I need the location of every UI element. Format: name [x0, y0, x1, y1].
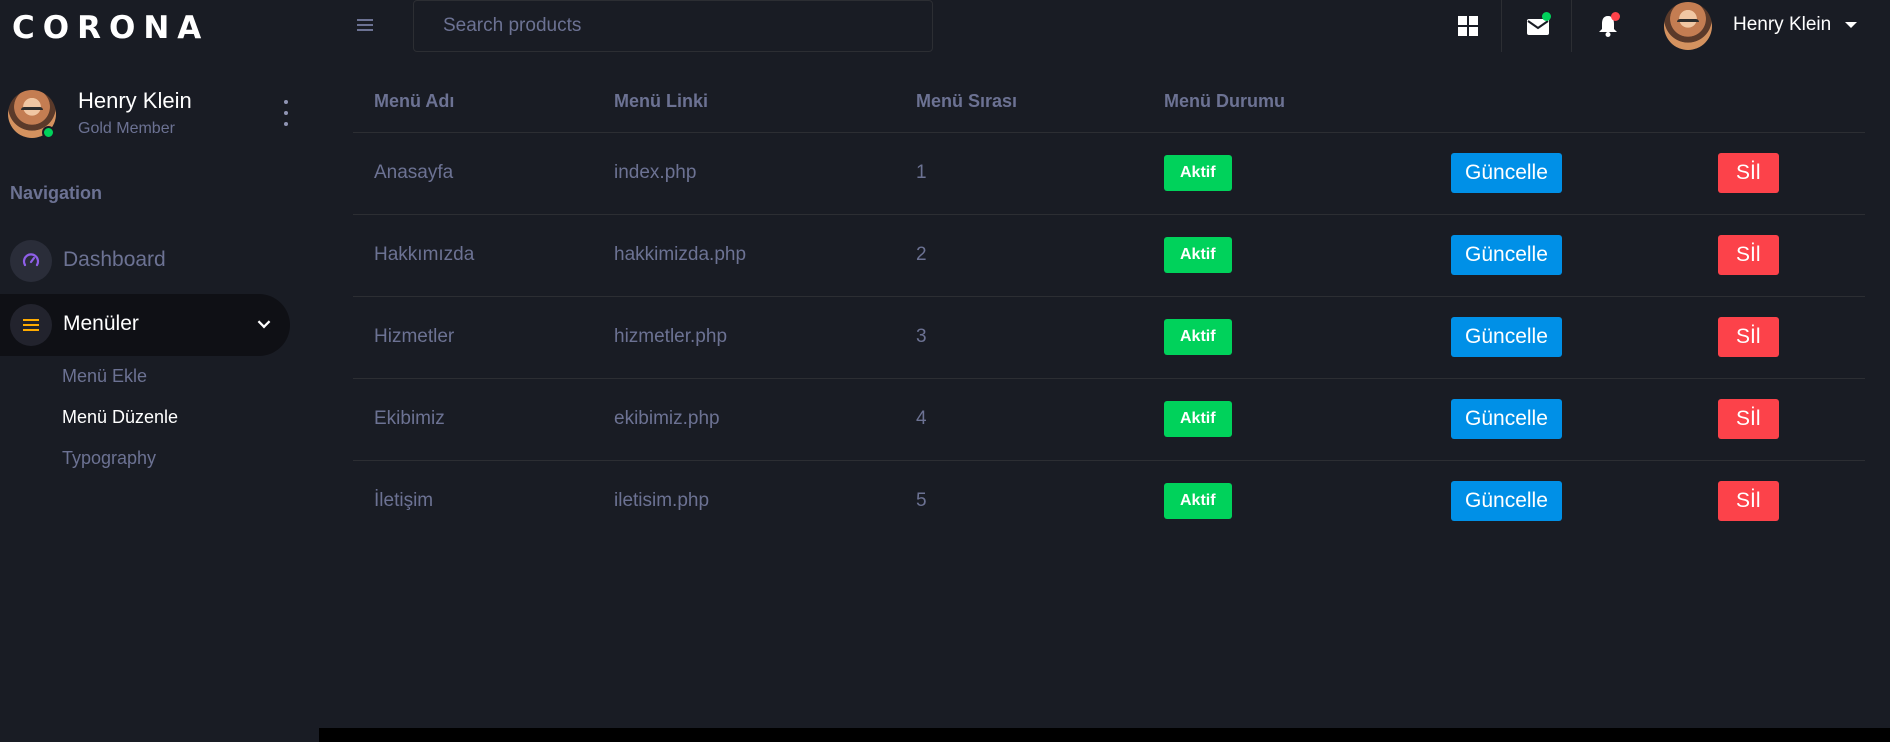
menu-link: ekibimiz.php	[593, 378, 895, 461]
update-button[interactable]: Güncelle	[1451, 235, 1562, 275]
main-content: Menü Adı Menü Linki Menü Sırası Menü Dur…	[319, 70, 1890, 728]
menu-link: index.php	[593, 132, 895, 215]
column-header-empty	[1697, 72, 1865, 133]
nav-heading: Navigation	[10, 183, 103, 203]
search-input[interactable]	[413, 0, 933, 52]
delete-button[interactable]: Sİl	[1718, 153, 1779, 193]
table-row: Hizmetler hizmetler.php 3 Aktif Güncelle…	[353, 296, 1865, 379]
menu-name: Ekibimiz	[353, 378, 593, 461]
topbar-divider	[1501, 0, 1502, 52]
column-header: Menü Durumu	[1143, 72, 1430, 133]
hamburger-icon[interactable]	[357, 19, 373, 31]
status-badge: Aktif	[1164, 155, 1232, 191]
status-badge: Aktif	[1164, 401, 1232, 437]
profile-role: Gold Member	[78, 120, 175, 137]
brand-logo[interactable]: CORONA	[12, 10, 209, 46]
chevron-down-icon	[257, 315, 271, 329]
menu-name: İletişim	[374, 490, 434, 512]
menu-name: Anasayfa	[353, 132, 593, 215]
menu-order: 1	[895, 132, 1143, 215]
menu-order: 4	[895, 378, 1143, 461]
delete-button[interactable]: Sİl	[1718, 399, 1779, 439]
column-header: Menü Adı	[353, 72, 593, 133]
more-vertical-icon[interactable]	[276, 100, 296, 126]
delete-button[interactable]: Sİl	[1718, 317, 1779, 357]
app-root: CORONA Henry Klein Gold Member Navigatio…	[0, 0, 1890, 742]
update-button[interactable]: Güncelle	[1451, 399, 1562, 439]
delete-button[interactable]: Sİl	[1718, 235, 1779, 275]
online-status-dot	[42, 126, 55, 139]
menu-name: Hakkımızda	[353, 214, 593, 297]
table-row: İletişim iletisim.php 5 Aktif Güncelle S…	[353, 460, 1865, 542]
bell-icon[interactable]	[1594, 12, 1622, 40]
table-header-row: Menü Adı Menü Linki Menü Sırası Menü Dur…	[353, 72, 1865, 133]
sidebar-subitem-menu-duzenle[interactable]: Menü Düzenle	[62, 407, 178, 428]
speedometer-icon	[10, 240, 52, 282]
footer-bar	[319, 728, 1890, 742]
status-badge: Aktif	[1164, 483, 1232, 520]
column-header: Menü Sırası	[895, 72, 1143, 133]
caret-down-icon[interactable]	[1845, 22, 1857, 28]
status-badge: Aktif	[1164, 237, 1232, 273]
avatar[interactable]	[1664, 2, 1712, 50]
menu-link: iletisim.php	[614, 490, 710, 512]
sidebar-subitem-menu-ekle[interactable]: Menü Ekle	[62, 366, 147, 387]
sidebar-item-label: Menüler	[63, 312, 139, 335]
topbar: Henry Klein	[319, 0, 1890, 70]
table-row: Hakkımızda hakkimizda.php 2 Aktif Güncel…	[353, 214, 1865, 297]
sidebar-item-label: Dashboard	[63, 248, 166, 271]
sidebar-item-menuler[interactable]: Menüler	[0, 294, 290, 356]
user-menu-name[interactable]: Henry Klein	[1733, 14, 1831, 36]
menu-order: 3	[895, 296, 1143, 379]
menu-lines-icon	[10, 304, 52, 346]
update-button[interactable]: Güncelle	[1451, 153, 1562, 193]
table-row: Anasayfa index.php 1 Aktif Güncelle Sİl	[353, 132, 1865, 215]
column-header: Menü Linki	[593, 72, 895, 133]
column-header-empty	[1430, 72, 1697, 133]
sidebar: CORONA Henry Klein Gold Member Navigatio…	[0, 0, 319, 742]
mail-icon[interactable]	[1524, 12, 1552, 40]
menu-table: Menü Adı Menü Linki Menü Sırası Menü Dur…	[353, 72, 1865, 542]
menu-order: 2	[895, 214, 1143, 297]
sidebar-subitem-typography[interactable]: Typography	[62, 448, 156, 469]
sidebar-profile: Henry Klein Gold Member	[8, 86, 298, 146]
menu-name: Hizmetler	[353, 296, 593, 379]
sidebar-item-dashboard[interactable]: Dashboard	[0, 230, 290, 292]
table-card: Menü Adı Menü Linki Menü Sırası Menü Dur…	[319, 70, 1890, 728]
status-badge: Aktif	[1164, 319, 1232, 355]
menu-link: hizmetler.php	[593, 296, 895, 379]
grid-icon[interactable]	[1454, 12, 1482, 40]
mail-badge	[1542, 12, 1551, 21]
delete-button[interactable]: Sİl	[1718, 481, 1779, 522]
table-row: Ekibimiz ekibimiz.php 4 Aktif Güncelle S…	[353, 378, 1865, 461]
update-button[interactable]: Güncelle	[1451, 481, 1562, 522]
update-button[interactable]: Güncelle	[1451, 317, 1562, 357]
topbar-divider	[1571, 0, 1572, 52]
menu-order: 5	[916, 490, 927, 512]
profile-name: Henry Klein	[78, 88, 192, 113]
notification-badge	[1611, 12, 1620, 21]
menu-link: hakkimizda.php	[593, 214, 895, 297]
